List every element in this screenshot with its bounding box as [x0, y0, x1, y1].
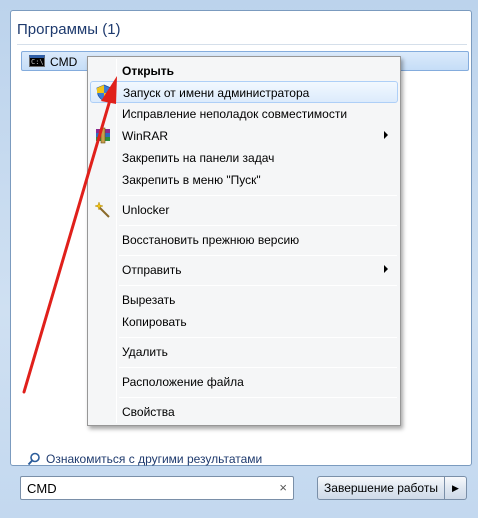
see-more-results-link[interactable]: Ознакомиться с другими результатами: [27, 452, 262, 466]
menu-item-run-as-admin[interactable]: Запуск от имени администратора: [90, 81, 398, 103]
menu-item-label: Unlocker: [122, 203, 170, 217]
menu-item-label: WinRAR: [122, 129, 169, 143]
cmd-icon: C:\: [29, 55, 45, 67]
winrar-icon: [96, 127, 110, 144]
submenu-arrow-icon: [384, 131, 388, 139]
see-more-results-label: Ознакомиться с другими результатами: [46, 452, 263, 466]
uac-shield-icon: [96, 84, 112, 102]
menu-item-label: Расположение файла: [122, 375, 244, 389]
result-item-label: CMD: [50, 55, 78, 69]
menu-item-label: Свойства: [122, 405, 175, 419]
menu-separator: [119, 255, 397, 256]
menu-item-label: Закрепить на панели задач: [122, 151, 275, 165]
context-menu: Открыть Запуск от имени администратора И…: [87, 56, 401, 426]
section-divider: [17, 44, 467, 45]
shutdown-button[interactable]: Завершение работы: [317, 476, 445, 500]
menu-item-copy[interactable]: Копировать: [90, 311, 398, 333]
menu-item-label: Копировать: [122, 315, 187, 329]
menu-separator: [119, 285, 397, 286]
menu-separator: [119, 397, 397, 398]
menu-item-send-to[interactable]: Отправить: [90, 259, 398, 281]
menu-item-properties[interactable]: Свойства: [90, 401, 398, 423]
menu-item-delete[interactable]: Удалить: [90, 341, 398, 363]
menu-separator: [119, 367, 397, 368]
menu-item-open[interactable]: Открыть: [90, 60, 398, 82]
menu-item-pin-start[interactable]: Закрепить в меню "Пуск": [90, 169, 398, 191]
shutdown-options-arrow-icon[interactable]: ▶: [445, 476, 467, 500]
menu-separator: [119, 337, 397, 338]
menu-item-label: Отправить: [122, 263, 182, 277]
menu-item-unlocker[interactable]: Unlocker: [90, 199, 398, 221]
menu-separator: [119, 195, 397, 196]
menu-item-cut[interactable]: Вырезать: [90, 289, 398, 311]
menu-item-label: Закрепить в меню "Пуск": [122, 173, 261, 187]
menu-item-file-location[interactable]: Расположение файла: [90, 371, 398, 393]
unlocker-wand-icon: [94, 201, 110, 218]
programs-section-title: Программы (1): [17, 21, 121, 38]
search-icon: [27, 452, 40, 466]
menu-item-label: Исправление неполадок совместимости: [122, 107, 348, 121]
menu-item-label: Запуск от имени администратора: [123, 86, 310, 100]
search-input[interactable]: CMD ×: [20, 476, 294, 500]
clear-search-icon[interactable]: ×: [279, 480, 287, 495]
menu-item-troubleshoot-compatibility[interactable]: Исправление неполадок совместимости: [90, 103, 398, 125]
menu-item-restore-previous[interactable]: Восстановить прежнюю версию: [90, 229, 398, 251]
menu-item-pin-taskbar[interactable]: Закрепить на панели задач: [90, 147, 398, 169]
menu-item-winrar[interactable]: WinRAR: [90, 125, 398, 147]
menu-item-label: Вырезать: [122, 293, 176, 307]
menu-item-label: Удалить: [122, 345, 168, 359]
menu-item-label: Открыть: [122, 64, 175, 78]
submenu-arrow-icon: [384, 265, 388, 273]
menu-separator: [119, 225, 397, 226]
search-input-value: CMD: [27, 481, 57, 496]
menu-item-label: Восстановить прежнюю версию: [122, 233, 300, 247]
